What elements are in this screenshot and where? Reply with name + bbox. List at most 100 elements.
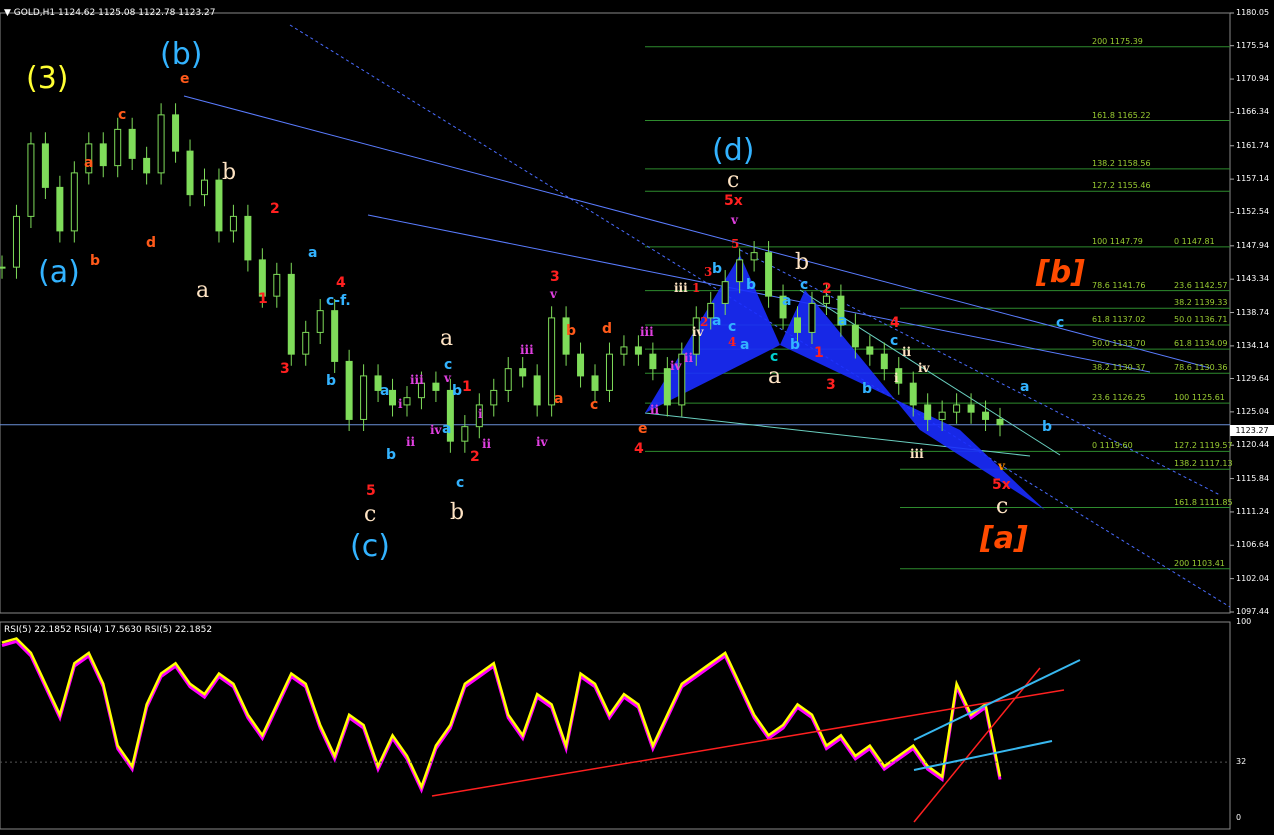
fib-left-label: 161.8 1165.22 (1092, 110, 1151, 120)
label-1: 1 (258, 291, 268, 307)
chart-window: ▼ GOLD,H1 1124.62 1125.08 1122.78 1123.2… (0, 0, 1274, 835)
label-iv-pink-2: iv (536, 435, 548, 449)
candle-body (0, 266, 6, 269)
price-tick-label: 1138.74 (1236, 307, 1270, 317)
candle-body (967, 404, 975, 413)
collapse-arrow-icon[interactable]: ▼ (4, 8, 14, 18)
label-5x: 5x (724, 193, 743, 209)
candle-body (851, 324, 859, 348)
candle-body (41, 143, 49, 188)
candle-body (287, 273, 295, 355)
current-price-tag: 1123.27 (1230, 425, 1274, 436)
symbol-label: GOLD,H1 (13, 8, 56, 18)
fib-right-label: 61.8 1134.09 (1174, 339, 1228, 349)
price-tick-label: 1157.14 (1236, 174, 1270, 184)
candle-body (114, 128, 122, 167)
label-a-blue-2: a (380, 383, 390, 399)
label-b-blue-7: b (862, 381, 873, 397)
fib-left-label: 127.2 1155.46 (1092, 181, 1151, 191)
candle-body (128, 128, 136, 159)
label-b-blue: b (326, 373, 337, 389)
label-5: 5 (366, 483, 376, 499)
price-tick-label: 1125.04 (1236, 406, 1270, 416)
label-iii-pink-2: iii (520, 343, 534, 357)
label-a-white-3: a (768, 364, 782, 389)
candle-body (432, 382, 440, 391)
label-a-blue-3: a (442, 421, 452, 437)
candle-body (27, 143, 35, 217)
price-panel-border (0, 12, 1231, 614)
price-tick-label: 1152.54 (1236, 207, 1270, 217)
fib-right-label: 78.6 1130.36 (1174, 363, 1228, 373)
candle-body (880, 353, 888, 370)
price-tick-label: 1102.04 (1236, 573, 1270, 583)
label-a-blue-4: a (712, 313, 722, 329)
candle-body (866, 346, 874, 355)
candle-body (143, 157, 151, 174)
label-c-blue: c (444, 357, 453, 373)
candle-body (765, 252, 773, 297)
label-4-red-2: 4 (634, 441, 644, 457)
wave-b-label: (b) (160, 37, 203, 72)
label-5-red: 5 (731, 237, 740, 251)
rsi-line (1, 637, 1002, 791)
label-a-white-2: a (440, 326, 454, 351)
candle-body (12, 215, 20, 268)
label-ii-pink-2: ii (482, 437, 492, 451)
fib-left-label: 0 1119.60 (1092, 441, 1133, 451)
label-2-red-3: 2 (700, 315, 709, 329)
label-c-white: c (364, 502, 377, 527)
candle-body (345, 360, 353, 420)
label-3: 3 (280, 361, 290, 377)
label-a-white: a (196, 278, 210, 303)
wave-c-label: (c) (350, 529, 390, 564)
label-5x-2: 5x (992, 477, 1011, 493)
label-cf: c-f. (326, 293, 351, 309)
fib-left-label: 200 1175.39 (1092, 36, 1143, 46)
price-tick-label: 1147.94 (1236, 240, 1270, 250)
price-tick-label: 1111.24 (1236, 506, 1270, 516)
label-3-red-4: 3 (826, 377, 836, 393)
fib-right-label: 100 1125.61 (1174, 393, 1225, 403)
candle-body (721, 281, 729, 304)
label-1-red-4: 1 (814, 345, 824, 361)
price-tick-label: 1115.84 (1236, 473, 1270, 483)
fib-left-label: 50.0 1133.70 (1092, 339, 1146, 349)
candle-body (634, 346, 642, 355)
wave-a-label: (a) (38, 255, 80, 290)
candle-body (822, 295, 830, 304)
label-2-red-4: 2 (822, 281, 832, 297)
candle-body (172, 114, 180, 152)
fib-right-label: 161.8 1111.85 (1174, 497, 1233, 507)
label-i-pink-2: i (478, 407, 483, 421)
label-b-white-3: b (795, 250, 810, 275)
label-2: 2 (270, 201, 280, 217)
candle-body (504, 368, 512, 391)
rsi-tick-label: 0 (1236, 813, 1242, 822)
label-a-orange: a (554, 391, 564, 407)
candle-body (909, 382, 917, 406)
fib-left-label: 23.6 1126.25 (1092, 393, 1146, 403)
fib-left-label: 138.2 1158.56 (1092, 158, 1151, 168)
candle-body (56, 186, 64, 232)
label-e: e (180, 71, 190, 87)
label-c-orange: c (590, 397, 599, 413)
candle-body (244, 215, 252, 261)
candle-body (215, 179, 223, 232)
label-b-white: b (222, 160, 237, 185)
label-b-orange: b (566, 323, 577, 339)
price-chart[interactable] (0, 0, 1274, 835)
label-1-red-3: 1 (692, 281, 701, 295)
label-e-orange: e (638, 421, 648, 437)
rsi-header: RSI(5) 22.1852 RSI(4) 17.5630 RSI(5) 22.… (4, 625, 213, 635)
label-bracket-a: [a] (980, 521, 1028, 556)
label-c-blue-6: c (1056, 315, 1065, 331)
label-ii-pink-4: ii (684, 351, 694, 365)
price-tick-label: 1161.74 (1236, 140, 1270, 150)
rsi-tick-label: 100 (1236, 617, 1252, 626)
label-c-white-2: c (727, 168, 740, 193)
label-c-white-3: c (996, 494, 1009, 519)
candle-body (273, 273, 281, 297)
label-c-blue-2: c (456, 475, 465, 491)
candle-body (750, 252, 758, 261)
